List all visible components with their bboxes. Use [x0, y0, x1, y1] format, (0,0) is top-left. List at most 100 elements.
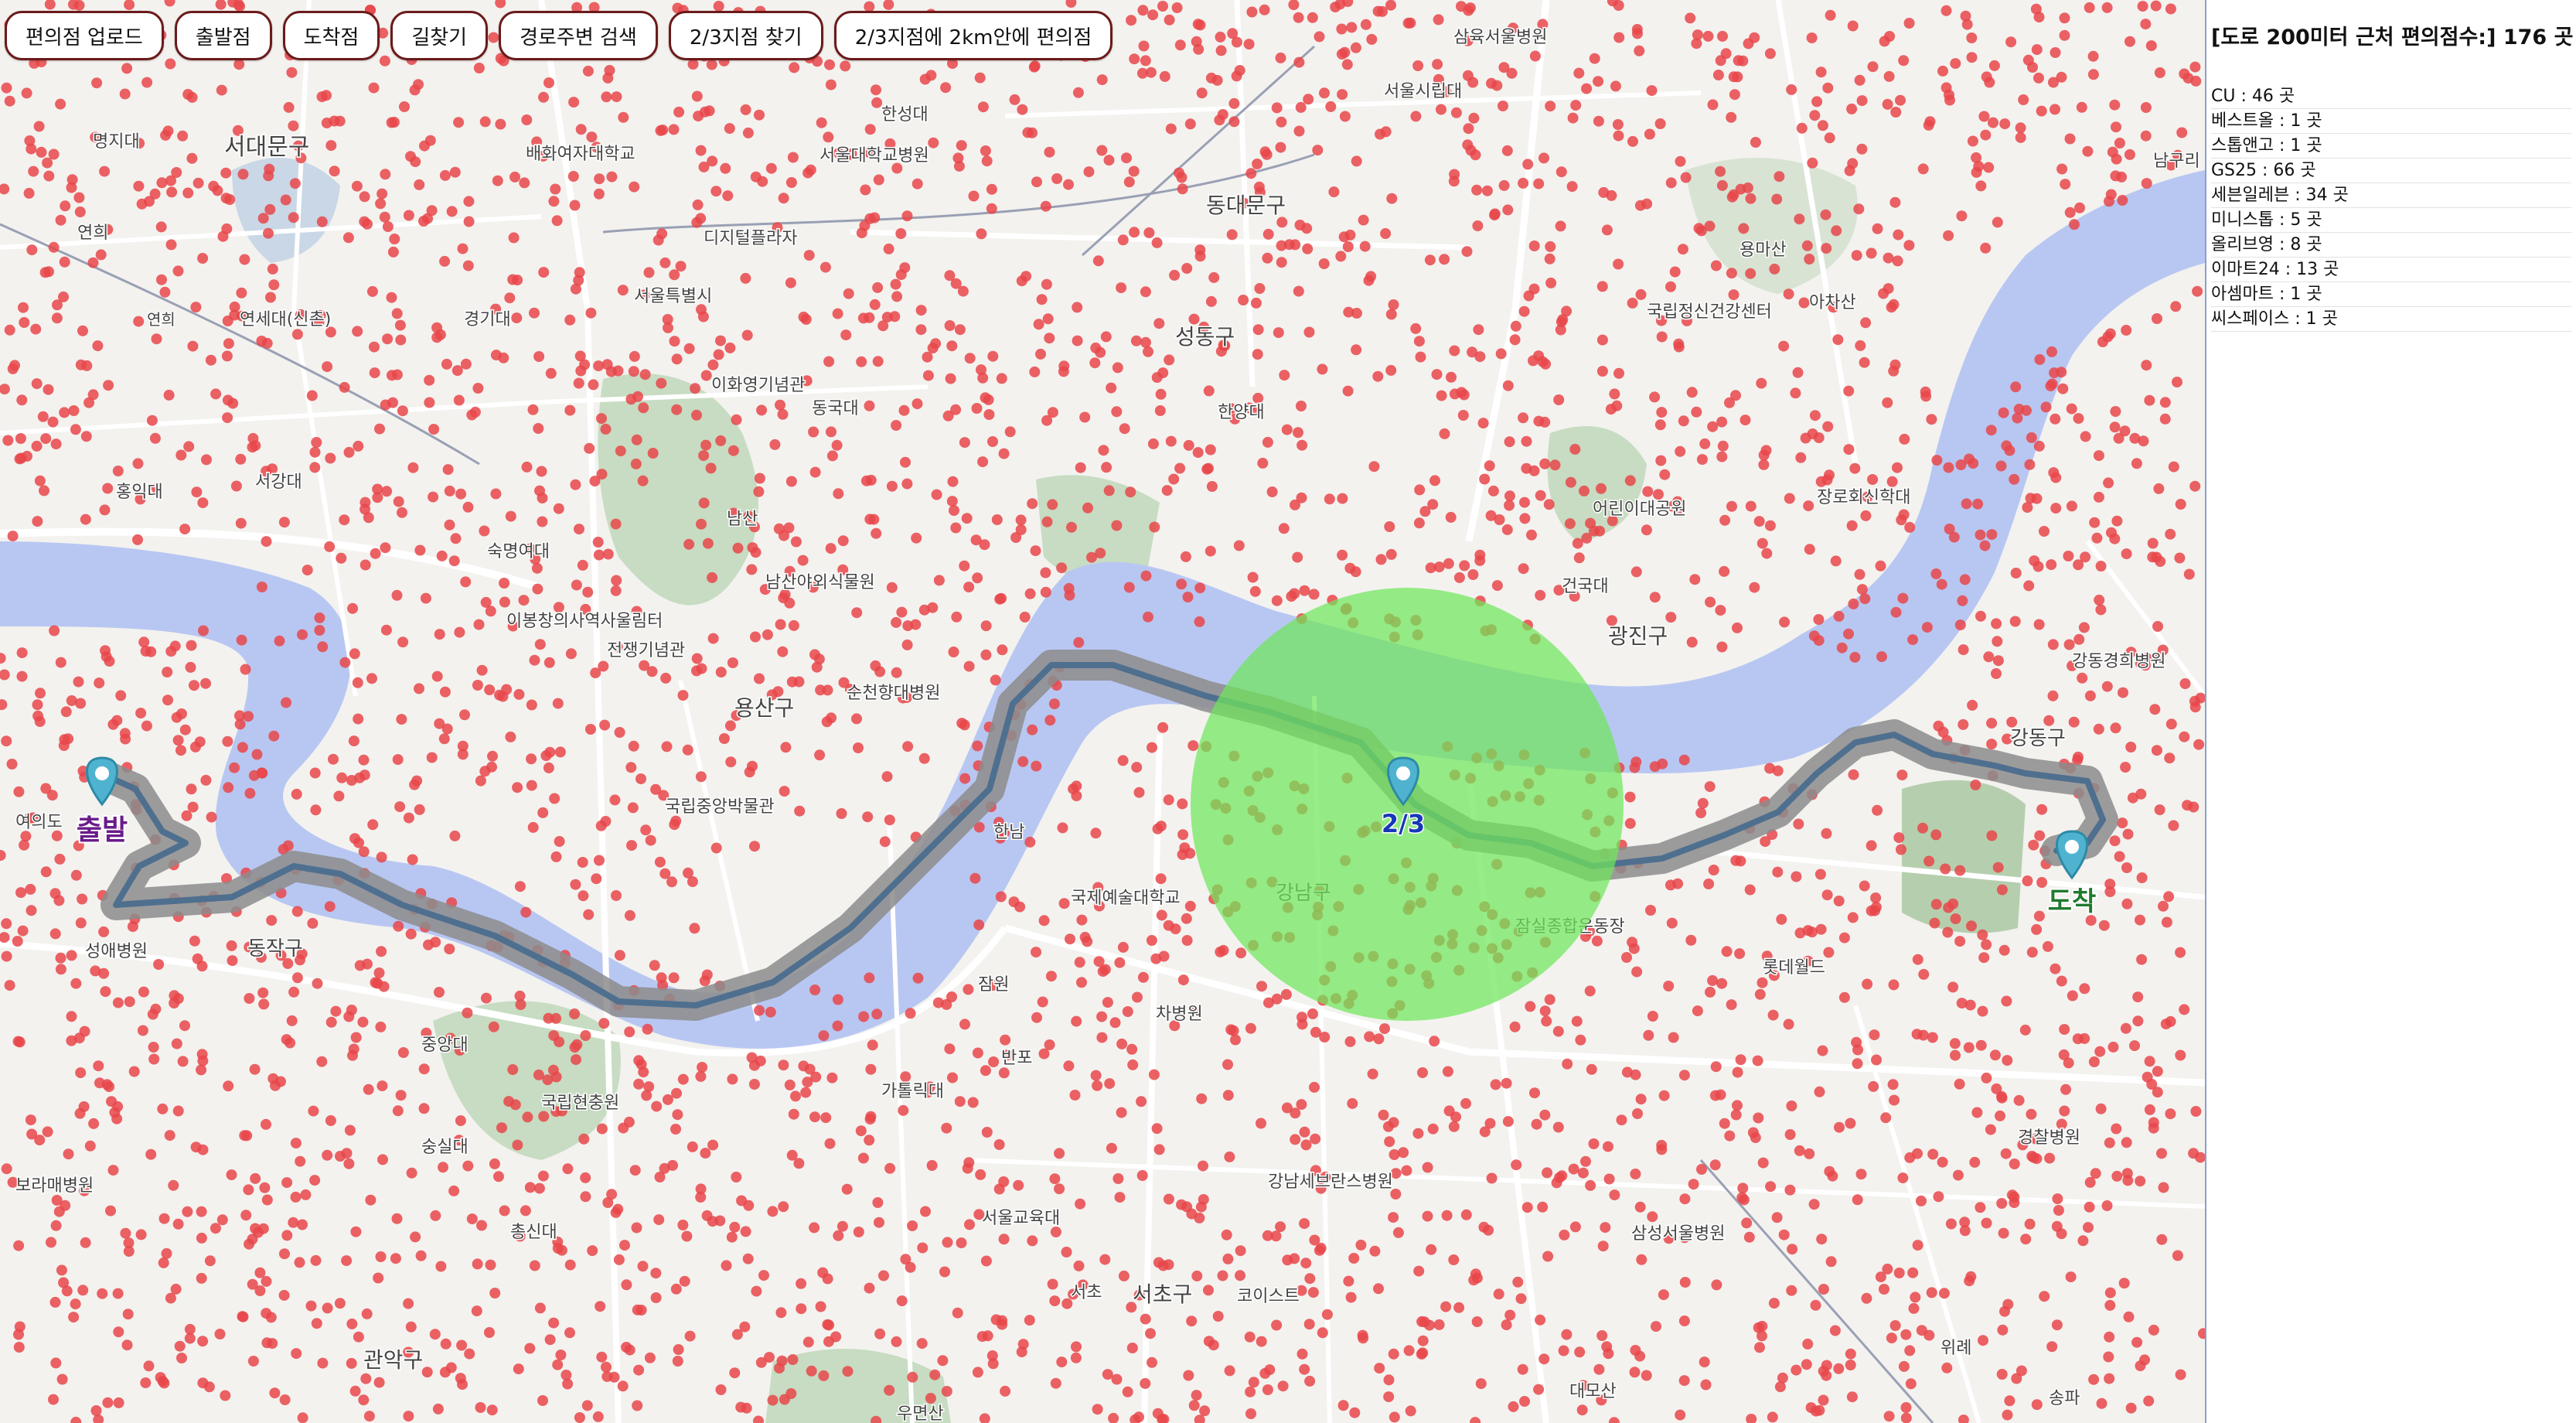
store-dot	[145, 1148, 157, 1160]
store-dot	[915, 324, 927, 336]
store-dot	[353, 440, 364, 452]
store-dot	[1375, 128, 1385, 140]
map-canvas[interactable]: 서대문구명지대연희연세대(신촌)연희배화여자대학교한성대서울대학교병원삼육서울병…	[0, 0, 2205, 1423]
store-dot	[77, 1285, 89, 1296]
store-dot	[2040, 401, 2052, 413]
store-dot	[1996, 884, 2008, 896]
store-dot	[710, 842, 722, 854]
store-dot	[463, 196, 475, 207]
store-dot	[1318, 258, 1330, 269]
store-dot	[1959, 574, 1971, 585]
store-dot	[1149, 521, 1160, 533]
store-dot	[2144, 394, 2155, 406]
store-dot	[2080, 431, 2091, 442]
store-dot	[1222, 1090, 1234, 1101]
store-dot	[561, 1370, 572, 1380]
store-dot	[742, 1253, 754, 1264]
store-dot	[2114, 851, 2125, 862]
store-dot	[1893, 229, 1904, 241]
end-point-button[interactable]: 도착점	[282, 11, 380, 60]
store-dot	[66, 182, 77, 193]
store-dot	[1981, 1072, 1992, 1083]
store-dot	[376, 851, 387, 863]
store-dot	[456, 1339, 468, 1351]
place-label: 관악구	[363, 1347, 423, 1373]
store-dot	[1073, 636, 1085, 648]
store-dot	[1335, 251, 1347, 262]
find-route-button[interactable]: 길찾기	[390, 11, 489, 60]
start-point-button[interactable]: 출발점	[174, 11, 272, 60]
store-dot	[1278, 523, 1290, 534]
store-dot	[1794, 213, 1805, 225]
store-dot	[1277, 1380, 1289, 1392]
store-dot	[375, 1251, 387, 1262]
place-label: 가톨릭대	[881, 1082, 944, 1101]
store-dot	[1031, 176, 1042, 188]
store-dot	[66, 1035, 77, 1046]
store-dot	[422, 213, 434, 224]
store-dot	[28, 166, 39, 177]
store-dot	[767, 1394, 779, 1406]
map-view[interactable]: 서대문구 명지대 연희 연세대(신촌) 연희 배화여자대학교 한성대 서울대학교병원 삼육서울병…	[0, 0, 2205, 1423]
store-dot	[1346, 22, 1358, 33]
store-dot	[172, 735, 184, 746]
store-dot	[683, 343, 695, 354]
store-dot	[2110, 170, 2121, 182]
store-dot	[302, 565, 313, 576]
store-dot	[44, 0, 56, 10]
two-thirds-2km-stores-button[interactable]: 2/3지점에 2km안에 편의점	[833, 11, 1113, 60]
store-dot	[66, 1011, 77, 1022]
store-dot	[55, 964, 66, 975]
store-dot	[526, 780, 537, 791]
store-dot	[1616, 1114, 1627, 1126]
find-two-thirds-point-button[interactable]: 2/3지점 찾기	[668, 11, 823, 60]
store-dot	[1004, 426, 1016, 438]
store-dot	[2141, 178, 2152, 189]
store-dot	[1367, 1068, 1378, 1080]
store-dot	[695, 213, 707, 224]
store-dot	[489, 1288, 501, 1298]
store-dot	[148, 1053, 160, 1065]
store-dot	[2125, 36, 2135, 47]
store-dot	[873, 174, 884, 186]
store-dot	[1569, 1221, 1581, 1233]
store-dot	[872, 282, 884, 293]
store-dot	[514, 990, 526, 1002]
store-dot	[1985, 1124, 1996, 1135]
store-dot	[1627, 297, 1638, 309]
store-dot	[1448, 1254, 1460, 1265]
store-dot	[933, 575, 945, 586]
store-dot	[1808, 1199, 1820, 1210]
store-dot	[1654, 118, 1666, 129]
store-dot	[1355, 1239, 1367, 1251]
store-dot	[361, 1308, 373, 1319]
store-dot	[1613, 130, 1624, 142]
store-dot	[748, 1060, 760, 1071]
store-dot	[216, 1214, 228, 1226]
store-dot	[234, 1, 245, 12]
store-dot	[769, 439, 781, 450]
store-dot	[1629, 1367, 1641, 1378]
store-dot	[264, 163, 275, 175]
store-dot	[1342, 385, 1354, 397]
store-dot	[635, 773, 646, 785]
store-dot	[1968, 458, 1979, 469]
store-dot	[543, 77, 554, 88]
store-dot	[1572, 537, 1583, 549]
store-dot	[1271, 1319, 1283, 1331]
store-dot	[15, 433, 26, 444]
store-dot	[977, 456, 989, 468]
store-dot	[883, 243, 894, 254]
store-dot	[668, 124, 680, 135]
store-dot	[1504, 500, 1515, 511]
store-dot	[1537, 1201, 1549, 1213]
store-dot	[1975, 1202, 1986, 1213]
upload-stores-button[interactable]: 편의점 업로드	[5, 11, 164, 60]
store-dot	[2033, 910, 2045, 922]
store-dot	[981, 155, 993, 167]
route-nearby-search-button[interactable]: 경로주변 검색	[499, 11, 658, 60]
store-dot	[354, 960, 366, 971]
store-dot	[1095, 548, 1106, 559]
store-dot	[864, 1114, 876, 1125]
store-dot	[1966, 32, 1978, 43]
